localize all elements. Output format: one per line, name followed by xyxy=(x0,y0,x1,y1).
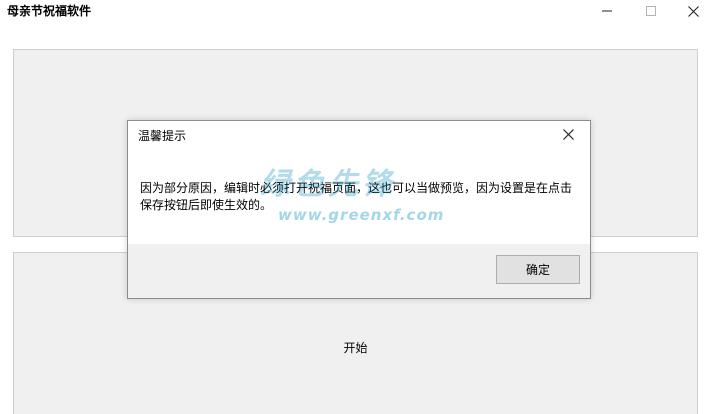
minimize-button[interactable] xyxy=(584,0,630,22)
ok-button[interactable]: 确定 xyxy=(496,255,580,284)
title-bar: 母亲节祝福软件 xyxy=(0,0,714,30)
maximize-icon xyxy=(646,6,656,16)
dialog-close-button[interactable] xyxy=(556,123,580,145)
dialog-message: 因为部分原因，编辑时必须打开祝福页面，这也可以当做预览，因为设置是在点击保存按钮… xyxy=(140,181,573,212)
start-button-label: 开始 xyxy=(343,341,368,355)
close-window-button[interactable] xyxy=(670,0,714,22)
close-icon xyxy=(687,5,699,17)
dialog-title: 温馨提示 xyxy=(138,129,187,143)
maximize-button[interactable] xyxy=(628,0,674,22)
close-icon xyxy=(562,128,574,140)
dialog-footer: 确定 xyxy=(128,244,590,298)
app-title: 母亲节祝福软件 xyxy=(7,4,92,18)
message-dialog: 温馨提示 因为部分原因，编辑时必须打开祝福页面，这也可以当做预览，因为设置是在点… xyxy=(127,120,591,299)
minimize-icon xyxy=(602,10,612,12)
